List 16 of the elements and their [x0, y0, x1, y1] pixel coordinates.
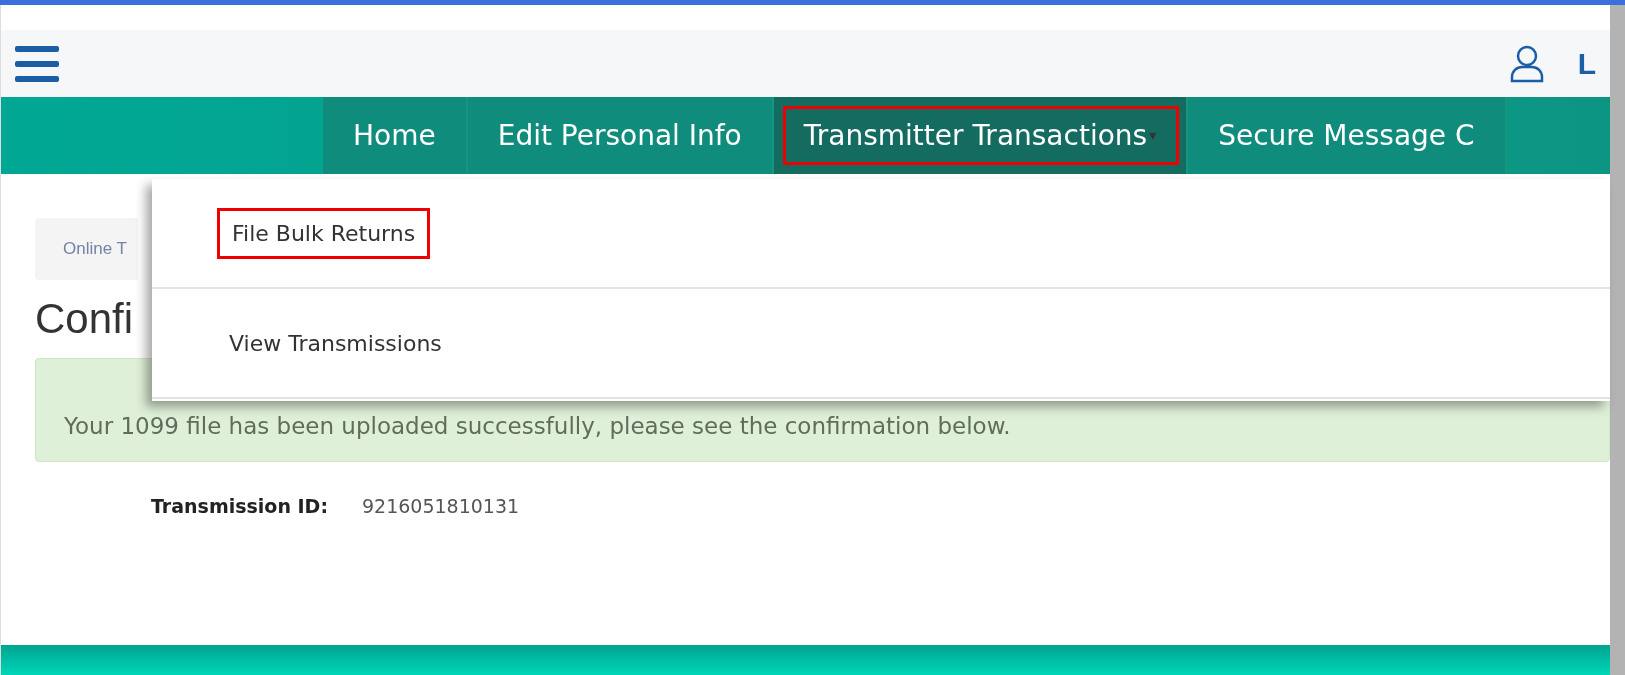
caret-icon: ▾ — [1149, 125, 1157, 146]
page-heading: Confi — [35, 298, 135, 340]
nav-tab[interactable]: Secure Message C — [1188, 97, 1507, 174]
field-label: Transmission ID: — [151, 494, 328, 519]
menu-item[interactable]: File Bulk Returns — [217, 207, 431, 259]
nav-tab[interactable]: Edit Personal Info — [467, 97, 774, 174]
alert-message: Your 1099 file has been uploaded successfully, please see the confirmation below. — [64, 411, 1011, 441]
user-icon[interactable] — [1509, 44, 1544, 83]
menu-item[interactable]: View Transmissions — [217, 320, 454, 366]
nav-tab[interactable]: Home — [323, 97, 468, 174]
field-value: 9216051810131 — [362, 494, 520, 519]
nav-tab[interactable]: Transmitter Transactions▾ — [773, 97, 1189, 174]
menu-icon[interactable] — [15, 45, 59, 82]
breadcrumb-link[interactable]: Online T — [63, 236, 127, 262]
user-link[interactable]: L — [1577, 41, 1596, 86]
scrollbar[interactable] — [1610, 5, 1625, 675]
